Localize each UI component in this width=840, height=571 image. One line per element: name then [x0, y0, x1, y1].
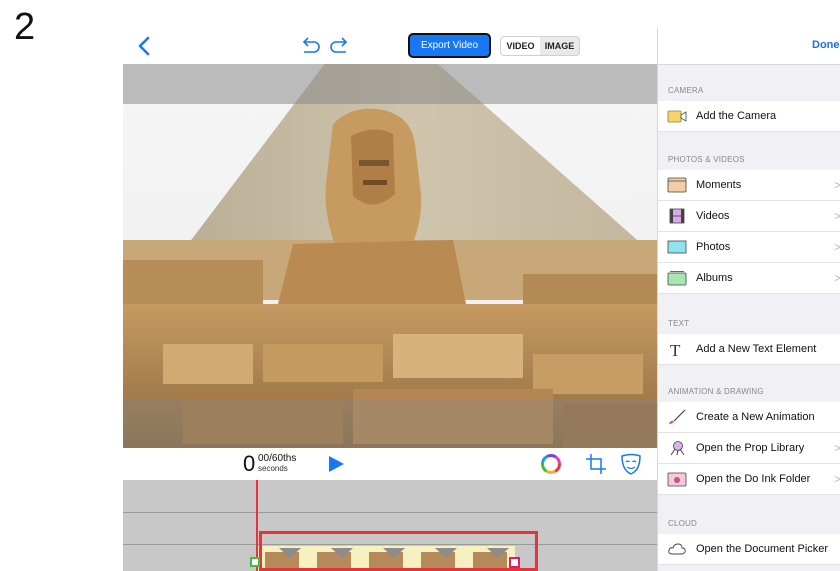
- menu-item-moments[interactable]: Moments >: [658, 170, 840, 201]
- prop-icon: [670, 441, 685, 456]
- sphinx-photo: [123, 64, 657, 448]
- menu-item-label: Photos: [696, 241, 731, 253]
- folder-icon: [667, 472, 687, 487]
- camera-icon: [667, 110, 687, 123]
- film-icon: [669, 208, 685, 224]
- time-seconds: 0: [243, 451, 256, 476]
- crop-icon[interactable]: [584, 452, 608, 476]
- top-toolbar: Export Video VIDEO IMAGE: [123, 28, 657, 64]
- track-divider: [123, 512, 657, 513]
- stage-canvas[interactable]: [123, 64, 657, 448]
- section-title-cloud: CLOUD: [668, 519, 698, 528]
- menu-item-videos[interactable]: Videos >: [658, 201, 840, 232]
- svg-text:T: T: [670, 341, 681, 357]
- timeline[interactable]: [123, 480, 657, 571]
- menu-item-create-animation[interactable]: Create a New Animation: [658, 402, 840, 433]
- cloud-icon: [668, 543, 686, 555]
- mode-image-button[interactable]: IMAGE: [540, 37, 579, 55]
- moments-icon: [667, 177, 687, 193]
- time-unit: seconds: [258, 464, 288, 473]
- done-button[interactable]: Done: [812, 39, 840, 51]
- menu-item-label: Add the Camera: [696, 110, 777, 122]
- step-number: 2: [14, 6, 36, 48]
- chevron-right-icon: >: [834, 441, 840, 455]
- mode-video-button[interactable]: VIDEO: [501, 37, 540, 55]
- trim-end-handle[interactable]: [509, 557, 520, 568]
- section-title-photos-videos: PHOTOS & VIDEOS: [668, 155, 745, 164]
- section-title-text: TEXT: [668, 319, 690, 328]
- export-video-button[interactable]: Export Video: [408, 33, 491, 58]
- menu-item-label: Open the Prop Library: [696, 442, 805, 454]
- menu-item-doink-folder[interactable]: Open the Do Ink Folder >: [658, 464, 840, 495]
- add-content-panel: Done CAMERA Add the Camera PHOTOS & VIDE…: [657, 28, 840, 571]
- clip-selection-highlight: [259, 531, 538, 571]
- menu-item-label: Create a New Animation: [696, 411, 815, 423]
- color-wheel-icon[interactable]: [540, 453, 562, 475]
- menu-item-label: Add a New Text Element: [696, 343, 817, 355]
- redo-icon[interactable]: [329, 35, 351, 57]
- chevron-right-icon: >: [834, 178, 840, 192]
- menu-item-add-camera[interactable]: Add the Camera: [658, 101, 840, 132]
- section-title-animation-drawing: ANIMATION & DRAWING: [668, 387, 764, 396]
- menu-item-label: Open the Document Picker: [696, 543, 829, 555]
- chevron-right-icon: >: [834, 271, 840, 285]
- chevron-right-icon: >: [834, 240, 840, 254]
- back-chevron-icon[interactable]: [135, 34, 155, 58]
- brush-icon: [669, 409, 686, 424]
- menu-item-document-picker[interactable]: Open the Document Picker: [658, 534, 840, 565]
- chevron-right-icon: >: [834, 472, 840, 486]
- undo-icon[interactable]: [299, 35, 321, 57]
- menu-item-prop-library[interactable]: Open the Prop Library >: [658, 433, 840, 464]
- photos-icon: [667, 240, 687, 254]
- menu-item-albums[interactable]: Albums >: [658, 263, 840, 294]
- menu-item-label: Moments: [696, 179, 742, 191]
- chevron-right-icon: >: [834, 209, 840, 223]
- menu-item-label: Albums: [696, 272, 733, 284]
- play-icon[interactable]: [327, 454, 345, 474]
- menu-item-label: Open the Do Ink Folder: [696, 473, 811, 485]
- menu-item-photos[interactable]: Photos >: [658, 232, 840, 263]
- playback-bar: 0 00/60ths seconds: [123, 448, 657, 480]
- mode-segmented-control: VIDEO IMAGE: [500, 36, 580, 56]
- mask-icon[interactable]: [619, 452, 643, 476]
- menu-item-add-text[interactable]: T Add a New Text Element: [658, 334, 840, 365]
- albums-icon: [667, 271, 687, 286]
- trim-start-handle[interactable]: [250, 557, 260, 567]
- time-fraction: 00/60ths: [258, 453, 297, 464]
- menu-item-label: Videos: [696, 210, 730, 222]
- text-icon: T: [670, 341, 681, 357]
- section-title-camera: CAMERA: [668, 86, 704, 95]
